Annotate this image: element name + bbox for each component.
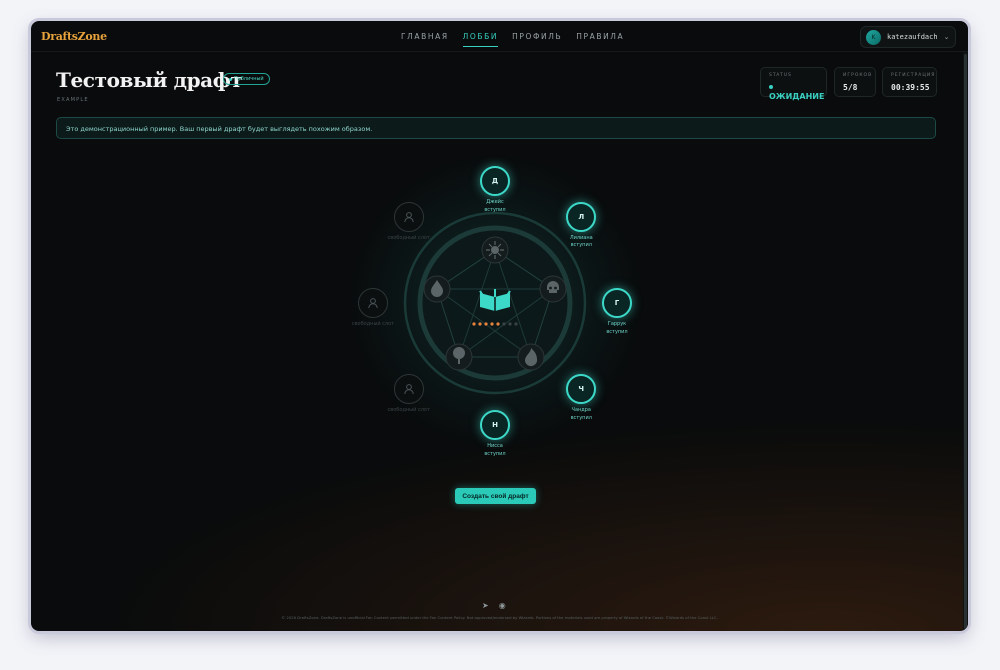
seat-player: Л Лилиана вступил (541, 201, 621, 250)
seat-player-name: Гаррук (607, 321, 627, 327)
seat-name: свободный слот (369, 235, 449, 243)
seat-initial: Н (480, 410, 510, 440)
seat-name: Нисса вступил (455, 443, 535, 458)
user-placeholder-icon (393, 374, 424, 405)
copyright: © 2026 DraftsZone. DraftsZone is unoffic… (281, 615, 718, 620)
seat-name: Чандра вступил (541, 407, 621, 422)
seat-initial: Д (480, 166, 510, 196)
seat-empty: свободный слот (369, 201, 449, 243)
seat-initial: Ч (566, 374, 597, 405)
seat-name: свободный слот (333, 321, 413, 329)
seat-empty: свободный слот (333, 288, 413, 329)
draft-board (403, 211, 587, 395)
seat-player-name: свободный слот (387, 407, 430, 414)
seat-player: Г Гаррук вступил (577, 288, 657, 336)
seat-player: Ч Чандра вступил (541, 374, 621, 422)
discord-icon[interactable]: ◉ (499, 601, 506, 610)
seat-status: вступил (570, 414, 592, 421)
skull-icon (539, 275, 567, 303)
seat-player: Д Джейс вступил (455, 166, 535, 214)
seat-name: Лилиана вступил (541, 235, 621, 250)
progress-dot-empty (508, 322, 512, 326)
telegram-icon[interactable]: ➤ (482, 601, 489, 610)
user-placeholder-icon (358, 288, 388, 318)
seat-status: вступил (484, 206, 506, 213)
footer-links: ➤ ◉ (482, 601, 506, 610)
fireball-icon (517, 343, 545, 371)
seat-player-name: Чандра (571, 407, 591, 414)
scrollbar-thumb[interactable] (964, 54, 967, 629)
seat-player-name: Нисса (487, 443, 503, 449)
seat-empty: свободный слот (369, 374, 449, 415)
sun-icon (481, 236, 509, 264)
user-placeholder-icon (393, 201, 424, 232)
scrollbar[interactable] (963, 52, 968, 631)
seat-status: вступил (484, 450, 506, 457)
seat-player-name: свободный слот (387, 234, 430, 241)
seat-name: свободный слот (369, 407, 449, 415)
seat-player-name: Джейс (486, 199, 504, 205)
seat-status: вступил (606, 328, 628, 335)
water-drop-icon (423, 275, 451, 303)
seat-name: Гаррук вступил (577, 321, 657, 336)
progress-dot-filled (496, 322, 500, 326)
progress-dot-empty (502, 322, 506, 326)
create-draft-button[interactable]: Создать свой драфт (455, 488, 536, 504)
seat-player-name: свободный слот (351, 321, 395, 327)
tree-icon (445, 343, 473, 371)
progress-dot-filled (478, 322, 482, 326)
seat-initial: Г (602, 288, 632, 318)
seat-initial: Л (566, 201, 597, 232)
seat-player: Н Нисса вступил (455, 410, 535, 458)
seat-player-name: Лилиана (569, 234, 593, 241)
progress-dot-filled (472, 322, 476, 326)
seat-name: Джейс вступил (455, 199, 535, 214)
seat-status: вступил (570, 242, 592, 249)
progress-dot-filled (490, 322, 494, 326)
progress-dot-empty (514, 322, 518, 326)
app-window: DraftsZone ГЛАВНАЯ ЛОББИ ПРОФИЛЬ ПРАВИЛА… (31, 21, 968, 631)
progress-dot-filled (484, 322, 488, 326)
